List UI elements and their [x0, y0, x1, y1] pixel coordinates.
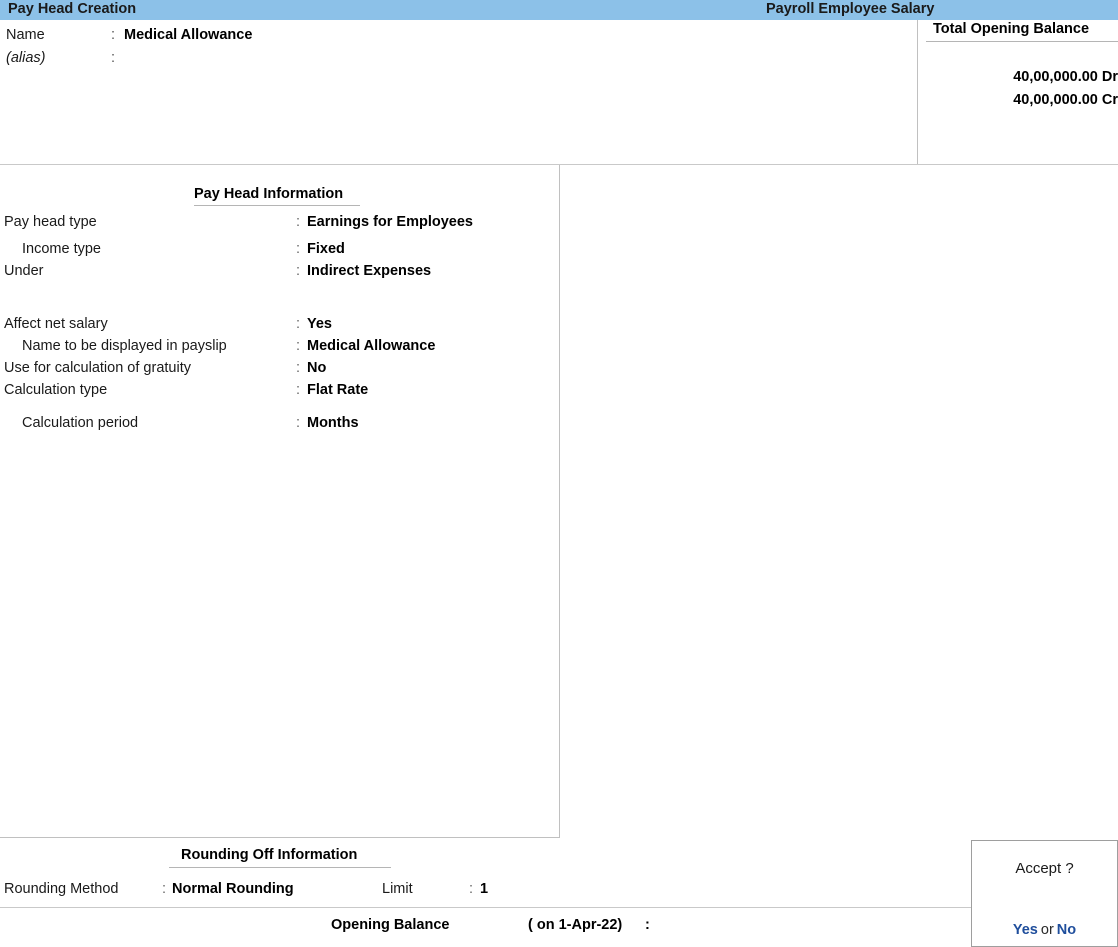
body-vertical-divider: [559, 165, 560, 838]
field-colon: :: [296, 382, 301, 398]
accept-or-label: or: [1040, 922, 1054, 938]
accept-yes-button[interactable]: Yes: [1013, 922, 1038, 938]
accept-dialog: Accept ? Yes or No: [971, 840, 1118, 947]
field-value[interactable]: Medical Allowance: [307, 338, 435, 354]
field-value[interactable]: Earnings for Employees: [307, 214, 473, 230]
company-name: Payroll Employee Salary: [766, 1, 935, 17]
alias-colon: :: [111, 50, 116, 66]
rounding-method-label: Rounding Method: [4, 881, 119, 897]
accept-no-button[interactable]: No: [1057, 922, 1076, 938]
name-colon: :: [111, 27, 116, 43]
field-colon: :: [296, 263, 301, 279]
field-value[interactable]: No: [307, 360, 326, 376]
accept-choices: Yes or No: [972, 922, 1117, 938]
field-colon: :: [296, 338, 301, 354]
pay-head-information-title: Pay Head Information: [194, 186, 344, 202]
field-value[interactable]: Months: [307, 415, 359, 431]
total-opening-balance-credit: 40,00,000.00 Cr: [1013, 92, 1118, 108]
limit-input[interactable]: 1: [480, 881, 488, 897]
field-label: Under: [4, 263, 44, 279]
limit-label: Limit: [382, 881, 413, 897]
rounding-off-information-title: Rounding Off Information: [181, 847, 358, 863]
field-colon: :: [296, 241, 301, 257]
field-label: Income type: [22, 241, 101, 257]
rounding-method-colon: :: [162, 881, 167, 897]
title-bar: Pay Head Creation Payroll Employee Salar…: [0, 0, 1118, 20]
field-label: Name to be displayed in payslip: [22, 338, 227, 354]
field-label: Affect net salary: [4, 316, 108, 332]
rounding-off-information-underline: [169, 867, 391, 868]
total-opening-balance-underline: [926, 41, 1118, 42]
total-opening-balance-title: Total Opening Balance: [933, 21, 1090, 37]
total-opening-balance-debit: 40,00,000.00 Dr: [1013, 69, 1118, 85]
field-colon: :: [296, 360, 301, 376]
header-vertical-divider: [917, 20, 918, 165]
accept-question: Accept ?: [1015, 860, 1074, 877]
limit-colon: :: [469, 881, 474, 897]
field-value[interactable]: Flat Rate: [307, 382, 368, 398]
opening-balance-label: Opening Balance: [331, 917, 450, 933]
rounding-method-input[interactable]: Normal Rounding: [172, 881, 294, 897]
name-label: Name: [6, 27, 45, 43]
field-label: Use for calculation of gratuity: [4, 360, 191, 376]
field-colon: :: [296, 316, 301, 332]
alias-label: (alias): [6, 50, 46, 66]
field-label: Pay head type: [4, 214, 97, 230]
pay-head-information-underline: [194, 205, 360, 206]
screen-title: Pay Head Creation: [8, 1, 137, 17]
opening-balance-date: ( on 1-Apr-22): [528, 917, 623, 933]
field-colon: :: [296, 415, 301, 431]
field-value[interactable]: Yes: [307, 316, 332, 332]
field-label: Calculation type: [4, 382, 108, 398]
field-value[interactable]: Indirect Expenses: [307, 263, 431, 279]
field-label: Calculation period: [22, 415, 139, 431]
tally-pay-head-creation-screen: Pay Head Creation Payroll Employee Salar…: [0, 0, 1118, 947]
name-input[interactable]: Medical Allowance: [124, 27, 252, 43]
opening-balance-colon: :: [645, 917, 650, 933]
field-colon: :: [296, 214, 301, 230]
field-value[interactable]: Fixed: [307, 241, 345, 257]
